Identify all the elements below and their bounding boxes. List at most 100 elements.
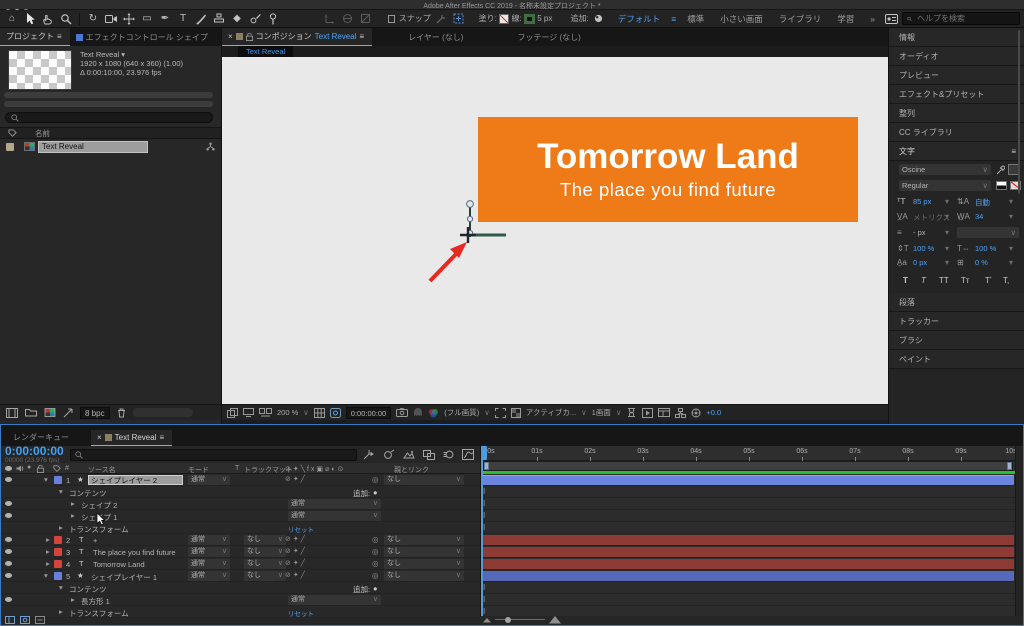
- viewer-timecode[interactable]: 0:00:00:00: [346, 407, 391, 419]
- grid-guides-icon[interactable]: [314, 408, 325, 418]
- layer-row[interactable]: ▸ 3 T The place you find future 通常∨ なし∨ …: [1, 546, 480, 558]
- parent-select[interactable]: なし∨: [384, 571, 464, 581]
- close-tab-icon[interactable]: ×: [228, 32, 233, 41]
- interpret-footage-icon[interactable]: [6, 408, 18, 418]
- subscript-button[interactable]: T,: [1003, 276, 1009, 285]
- zoom-tool-icon[interactable]: [58, 12, 74, 26]
- reset-link[interactable]: リセット: [288, 524, 314, 534]
- timeline-vertical-scrollbar[interactable]: [1015, 446, 1023, 616]
- delete-icon[interactable]: [117, 408, 126, 418]
- project-item-row[interactable]: Text Reveal: [0, 140, 221, 153]
- workspace-small-screen[interactable]: 小さい画面: [713, 13, 770, 25]
- eye-icon[interactable]: [5, 549, 12, 554]
- track-matte-select[interactable]: なし∨: [244, 571, 286, 581]
- twirl-icon[interactable]: ▸: [71, 595, 75, 604]
- shape-blend-mode-select[interactable]: 通常∨: [288, 595, 381, 605]
- workspace-libraries[interactable]: ライブラリ: [772, 13, 829, 25]
- twirl-icon[interactable]: ▸: [46, 559, 50, 568]
- layer-switches[interactable]: ⊘ ✦ ╱: [285, 475, 305, 483]
- comp-name-caret-icon[interactable]: ▾: [121, 50, 125, 59]
- layer-bar[interactable]: [482, 559, 1014, 569]
- rectangle-tool-icon[interactable]: ▭: [139, 12, 155, 26]
- property-row[interactable]: ▸ シェイプ 1 通常∨: [1, 510, 480, 522]
- project-flowchart-button[interactable]: [133, 408, 193, 417]
- fill-stroke-swatches[interactable]: [996, 181, 1007, 190]
- add-property-icon[interactable]: ●: [373, 488, 378, 497]
- tab-effect-controls[interactable]: エフェクトコントロール シェイプ: [70, 29, 216, 46]
- eye-icon[interactable]: [5, 477, 12, 482]
- tracking-caret-icon[interactable]: ▾: [1009, 212, 1013, 221]
- snap-guides-icon[interactable]: [451, 12, 467, 26]
- layer-bar[interactable]: [482, 535, 1014, 545]
- layer-label-swatch[interactable]: [54, 560, 62, 568]
- layer-label-swatch[interactable]: [54, 536, 62, 544]
- layer-bar-selected[interactable]: [482, 475, 1014, 485]
- horizontal-scale-caret-icon[interactable]: ▾: [1009, 244, 1013, 253]
- local-axis-mode-icon[interactable]: [321, 12, 337, 26]
- view-layout-value[interactable]: 1画面: [592, 407, 611, 418]
- zoom-in-mountain-icon[interactable]: [549, 615, 561, 624]
- tracking-value[interactable]: 34: [975, 212, 983, 221]
- comp-flowchart-icon[interactable]: [363, 449, 375, 460]
- tab-composition[interactable]: × コンポジション Text Reveal ≡: [222, 28, 372, 46]
- toggle-switches-pane-icon[interactable]: [5, 616, 15, 624]
- eye-icon[interactable]: [5, 513, 12, 518]
- eyedropper-icon[interactable]: [996, 165, 1005, 175]
- resolution-caret-icon[interactable]: ∨: [484, 408, 490, 417]
- eye-icon[interactable]: [5, 537, 12, 542]
- property-group-row[interactable]: ▾ コンテンツ 追加: ●: [1, 582, 480, 594]
- superscript-button[interactable]: Tʼ: [985, 276, 992, 285]
- fast-previews-icon[interactable]: [642, 408, 653, 418]
- selection-tool-icon[interactable]: [22, 12, 38, 26]
- show-snapshot-icon[interactable]: [413, 408, 423, 417]
- layer-duration-track[interactable]: [481, 558, 1015, 570]
- panel-menu-icon[interactable]: ≡: [57, 32, 62, 41]
- layer-duration-track[interactable]: [481, 474, 1015, 486]
- zoom-slider-thumb[interactable]: [505, 617, 511, 623]
- layer-name[interactable]: Tomorrow Land: [93, 560, 145, 569]
- twirl-icon[interactable]: ▸: [46, 547, 50, 556]
- tab-timeline-comp[interactable]: × Text Reveal ≡: [91, 430, 172, 446]
- transparency-grid-icon[interactable]: [511, 408, 521, 418]
- brush-tool-icon[interactable]: [193, 12, 209, 26]
- twirl-icon[interactable]: ▸: [59, 523, 63, 532]
- layer-duration-track[interactable]: [481, 546, 1015, 558]
- baseline-shift-value[interactable]: 0 px: [913, 258, 927, 267]
- tab-project[interactable]: プロジェクト ≡: [0, 28, 70, 46]
- project-search-field[interactable]: [5, 112, 213, 123]
- new-composition-icon[interactable]: [44, 408, 56, 417]
- banner-subtitle-text[interactable]: The place you find future: [560, 179, 776, 201]
- panel-menu-icon[interactable]: ≡: [359, 32, 364, 41]
- kerning-caret-icon[interactable]: ▾: [945, 212, 949, 221]
- property-row[interactable]: ▸ 長方形 1 通常∨: [1, 594, 480, 606]
- home-icon[interactable]: ⌂: [4, 12, 20, 26]
- shy-layers-icon[interactable]: [403, 450, 415, 460]
- twirl-icon[interactable]: ▾: [44, 475, 48, 484]
- work-area-bar[interactable]: [483, 461, 1013, 471]
- faux-italic-button[interactable]: T: [921, 276, 926, 285]
- parent-select[interactable]: なし∨: [384, 559, 464, 569]
- panel-brushes[interactable]: ブラシ: [889, 331, 1024, 350]
- hand-tool-icon[interactable]: [40, 12, 56, 26]
- twirl-icon[interactable]: ▸: [59, 607, 63, 616]
- layer-label-swatch[interactable]: [54, 548, 62, 556]
- help-search-input[interactable]: [915, 13, 1015, 24]
- puppet-pin-tool-icon[interactable]: [265, 12, 281, 26]
- new-folder-icon[interactable]: [25, 408, 37, 417]
- stroke-color-swatch[interactable]: [524, 14, 536, 24]
- motion-blur-icon[interactable]: [443, 449, 454, 460]
- workspace-menu-icon[interactable]: ≡: [669, 14, 678, 24]
- layer-label-swatch[interactable]: [54, 572, 62, 580]
- magnification-caret-icon[interactable]: ∨: [303, 408, 309, 417]
- eye-icon[interactable]: [5, 597, 12, 602]
- layer-switches[interactable]: ⊘ ✦ ╱: [285, 571, 305, 579]
- channels-icon[interactable]: [428, 408, 439, 418]
- eye-icon[interactable]: [5, 573, 12, 578]
- parent-pickwhip-icon[interactable]: ◎: [372, 547, 379, 556]
- current-time-block[interactable]: 0:00:00:00 00000 (23.976 fps): [5, 446, 64, 464]
- tsume-caret-icon[interactable]: ▾: [1009, 258, 1013, 267]
- layer-row[interactable]: ▾ 5 ★ シェイプレイヤー 1 通常∨ なし∨ ⊘ ✦ ╱ ◎ なし∨: [1, 570, 480, 582]
- parent-pickwhip-icon[interactable]: ◎: [372, 571, 379, 580]
- twirl-icon[interactable]: ▸: [71, 499, 75, 508]
- banner-title-text[interactable]: Tomorrow Land: [537, 139, 799, 175]
